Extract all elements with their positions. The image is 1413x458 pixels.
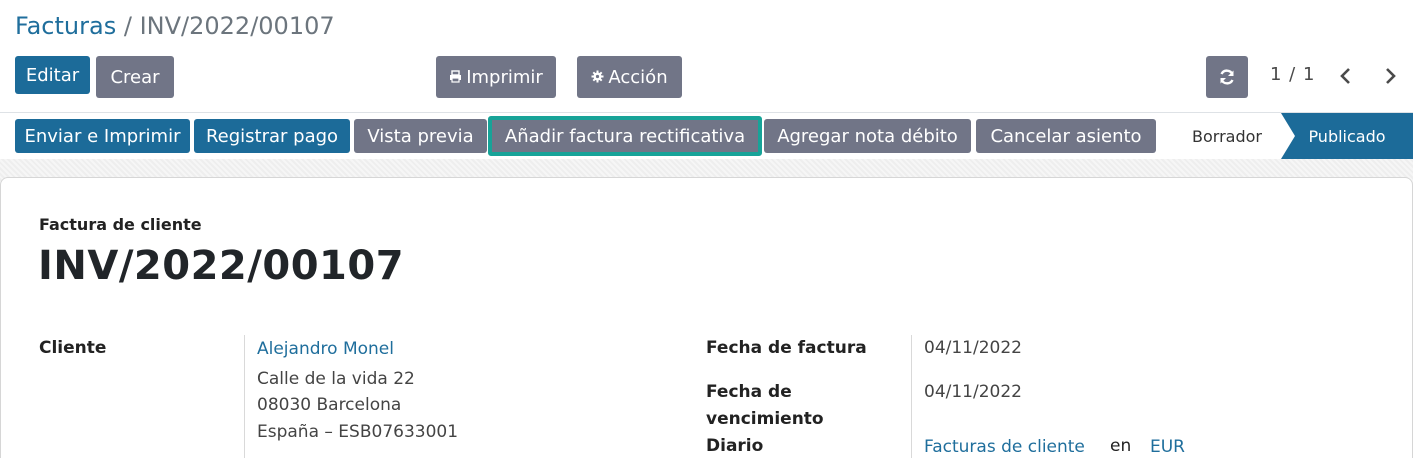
breadcrumb-separator: / [123,12,132,40]
send-print-button[interactable]: Enviar e Imprimir [15,119,190,153]
breadcrumb-parent-link[interactable]: Facturas [15,12,116,40]
chevron-left-icon[interactable] [1336,64,1356,88]
journal-in-text: en [1110,436,1132,456]
journal-label: Diario [706,436,764,456]
state-posted: Publicado [1281,113,1413,159]
due-date-field[interactable]: 04/11/2022 [924,379,1022,405]
address-line-1: Calle de la vida 22 [257,369,415,389]
currency-link[interactable]: EUR [1150,434,1185,458]
due-date-label-line1: Fecha de [706,382,792,402]
gear-icon [591,67,604,88]
preview-button[interactable]: Vista previa [354,119,487,153]
breadcrumb-current: INV/2022/00107 [139,12,335,40]
printer-icon [449,67,462,88]
edit-button[interactable]: Editar [15,56,90,94]
customer-label: Cliente [39,338,107,358]
state-draft: Borrador [1192,126,1262,146]
action-button[interactable]: Acción [577,56,682,98]
print-button[interactable]: Imprimir [436,56,556,98]
address-line-2: 08030 Barcelona [257,395,402,415]
add-debit-note-button[interactable]: Agregar nota débito [764,119,971,153]
document-name: INV/2022/00107 [38,243,405,289]
register-payment-button[interactable]: Registrar pago [194,119,350,153]
pager-value[interactable]: 1 / 1 [1270,64,1315,85]
due-date-label-line2: vencimiento [706,409,824,429]
create-button[interactable]: Crear [96,56,174,98]
invoice-date-field[interactable]: 04/11/2022 [924,335,1022,361]
address-line-3: España – ESB07633001 [257,422,459,442]
print-button-label: Imprimir [466,66,543,88]
document-type: Factura de cliente [39,215,202,234]
breadcrumb: Facturas / INV/2022/00107 [15,10,335,42]
invoice-date-label: Fecha de factura [706,338,867,358]
cancel-entry-button[interactable]: Cancelar asiento [976,119,1156,153]
field-separator [244,335,245,458]
action-button-label: Acción [608,66,668,88]
customer-link[interactable]: Alejandro Monel [257,336,394,362]
chevron-right-icon[interactable] [1380,64,1400,88]
field-separator [911,335,912,458]
refresh-icon [1218,68,1236,86]
refresh-button[interactable] [1206,56,1248,98]
add-credit-note-button[interactable]: Añadir factura rectificativa [488,116,762,156]
state-arrow [1281,113,1295,159]
journal-link[interactable]: Facturas de cliente [924,434,1085,458]
